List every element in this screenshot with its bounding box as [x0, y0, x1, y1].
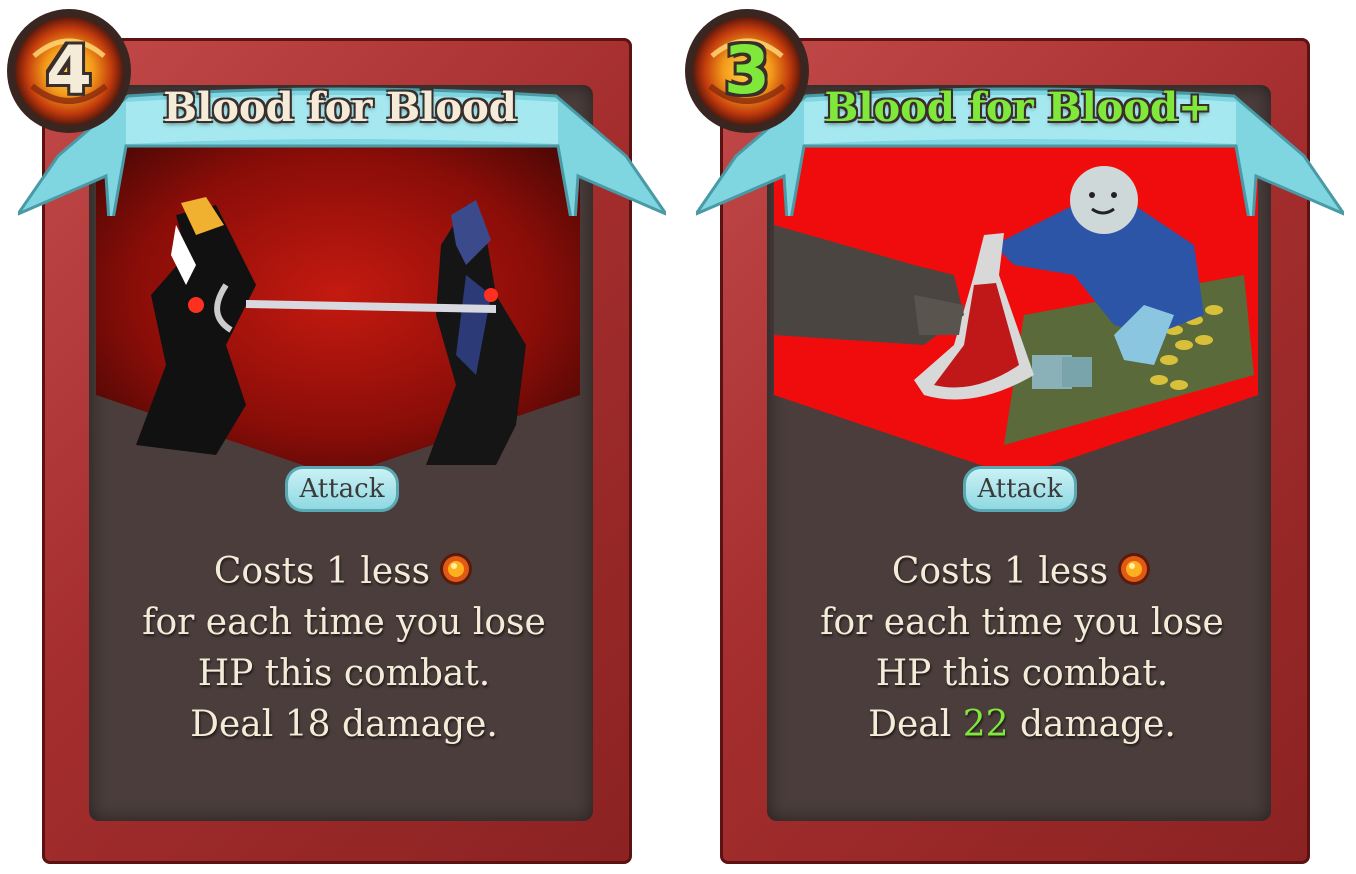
desc-line-3: HP this combat. — [197, 653, 491, 694]
desc-line-2: for each time you lose — [820, 602, 1224, 643]
card-title: Blood for Blood+ — [824, 84, 1212, 131]
card-type-label: Attack — [963, 466, 1077, 512]
desc-line-1: Costs 1 less — [96, 546, 592, 597]
card-type-label: Attack — [285, 466, 399, 512]
energy-orb-icon — [1116, 551, 1152, 587]
desc-line-2: for each time you lose — [142, 602, 546, 643]
card-blood-for-blood-plus[interactable]: Blood for Blood+ 3 Attack Costs 1 less f… — [678, 0, 1356, 874]
damage-value: 18 — [284, 704, 331, 745]
desc-line-4: Deal 18 damage. — [190, 704, 498, 745]
energy-cost-orb: 3 — [682, 6, 812, 136]
energy-cost-value: 4 — [46, 32, 92, 109]
card-title: Blood for Blood — [163, 84, 517, 131]
damage-value: 22 — [962, 704, 1009, 745]
desc-line-1: Costs 1 less — [774, 546, 1270, 597]
energy-cost-orb: 4 — [4, 6, 134, 136]
desc-line-3: HP this combat. — [875, 653, 1169, 694]
card-description: Costs 1 less for each time you lose HP t… — [774, 546, 1270, 750]
card-description: Costs 1 less for each time you lose HP t… — [96, 546, 592, 750]
energy-orb-icon — [438, 551, 474, 587]
desc-line-4: Deal 22 damage. — [868, 704, 1176, 745]
energy-cost-value: 3 — [724, 32, 770, 109]
card-blood-for-blood[interactable]: Blood for Blood 4 Attack Costs 1 less fo… — [0, 0, 678, 874]
